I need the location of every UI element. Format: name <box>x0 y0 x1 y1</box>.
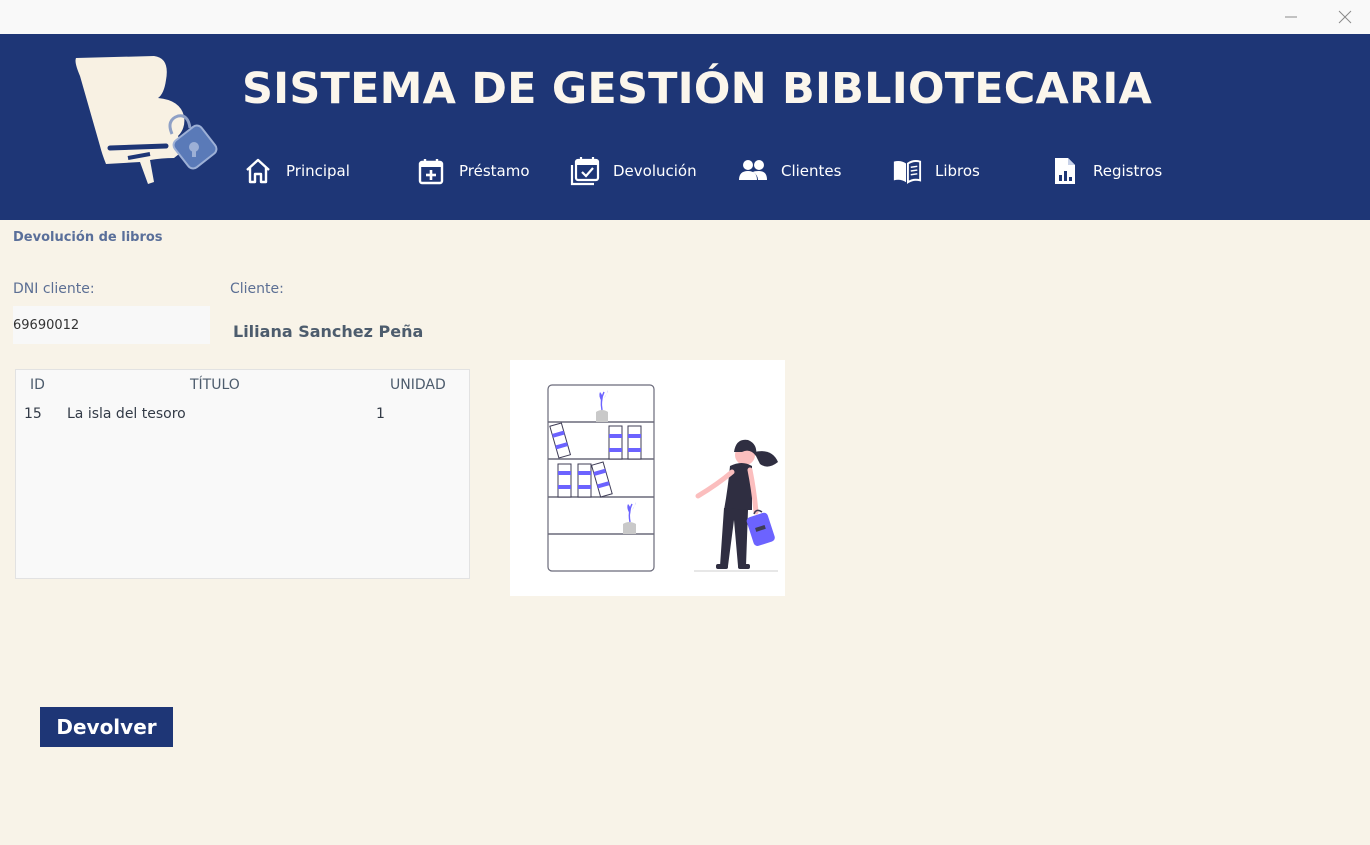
nav-item-devolucion[interactable]: Devolución <box>570 153 697 189</box>
calendar-check-icon <box>570 156 600 186</box>
nav-item-registros[interactable]: Registros <box>1050 153 1162 189</box>
app-title: SISTEMA DE GESTIÓN BIBLIOTECARIA <box>242 64 1153 114</box>
nav-item-label: Libros <box>935 162 980 180</box>
home-icon <box>243 156 273 186</box>
dni-label: DNI cliente: <box>13 281 95 297</box>
column-header-unit[interactable]: UNIDAD <box>390 377 446 393</box>
close-icon <box>1338 10 1352 24</box>
window-titlebar <box>0 0 1370 34</box>
cell-title: La isla del tesoro <box>67 406 186 422</box>
calendar-plus-icon <box>416 156 446 186</box>
nav-item-libros[interactable]: Libros <box>892 153 980 189</box>
close-button[interactable] <box>1322 0 1368 34</box>
column-header-id[interactable]: ID <box>30 377 45 393</box>
nav-item-label: Registros <box>1093 162 1163 180</box>
open-book-icon <box>892 156 922 186</box>
nav-item-principal[interactable]: Principal <box>243 153 350 189</box>
column-header-title[interactable]: TÍTULO <box>190 377 240 393</box>
report-chart-icon <box>1050 156 1080 186</box>
app-header: SISTEMA DE GESTIÓN BIBLIOTECARIA Princip… <box>0 34 1370 220</box>
client-name: Liliana Sanchez Peña <box>233 322 424 341</box>
dni-input[interactable] <box>13 306 210 344</box>
return-button[interactable]: Devolver <box>40 707 173 747</box>
nav-item-label: Principal <box>286 162 350 180</box>
nav-item-label: Devolución <box>613 162 697 180</box>
nav-item-prestamo[interactable]: Préstamo <box>416 153 530 189</box>
nav-item-clientes[interactable]: Clientes <box>738 153 841 189</box>
users-icon <box>738 156 768 186</box>
cell-unit: 1 <box>376 406 385 422</box>
cell-id: 15 <box>24 406 42 422</box>
woman-with-bookshelf-illustration <box>510 360 785 596</box>
nav-item-label: Clientes <box>781 162 842 180</box>
library-book-lock-logo <box>66 54 222 192</box>
nav-item-label: Préstamo <box>459 162 530 180</box>
section-title: Devolución de libros <box>13 230 163 245</box>
client-label: Cliente: <box>230 281 284 297</box>
minimize-icon <box>1285 16 1297 18</box>
minimize-button[interactable] <box>1268 0 1314 34</box>
loans-table[interactable]: ID TÍTULO UNIDAD 15 La isla del tesoro 1 <box>15 369 470 579</box>
